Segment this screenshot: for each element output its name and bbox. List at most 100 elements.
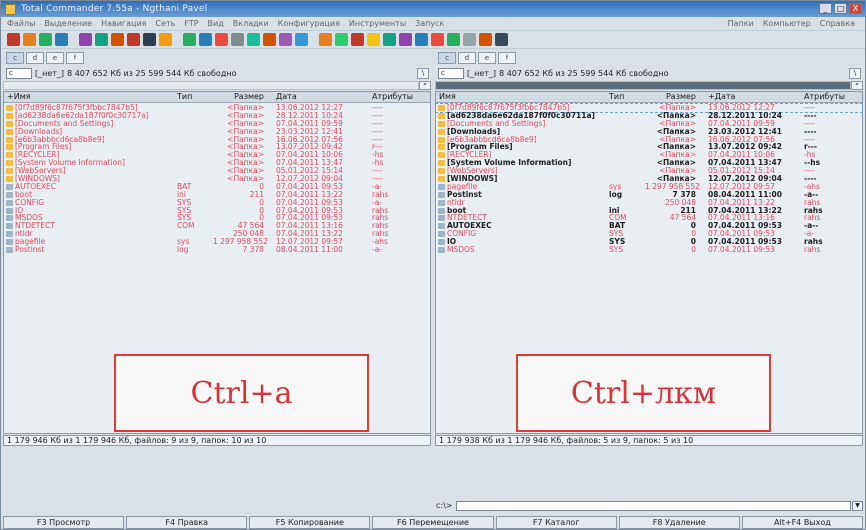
minimize-button[interactable]: _ (819, 3, 832, 14)
fkey-button-5[interactable]: F7 Каталог (495, 516, 617, 529)
menu-item[interactable]: Папки (728, 19, 754, 28)
maximize-button[interactable]: □ (834, 3, 847, 14)
fkey-button-6[interactable]: F8 Удаление (618, 516, 740, 529)
drive-button-f[interactable]: f (498, 52, 516, 64)
toolbar-icon[interactable] (351, 33, 364, 46)
header-size[interactable]: Размер (642, 92, 700, 102)
file-row[interactable]: [ad6238da6e62da187f0f0c30717a] <Папка> 28.… (4, 112, 430, 120)
toolbar-icon[interactable] (383, 33, 396, 46)
toolbar-icon[interactable] (95, 33, 108, 46)
drive-button-d[interactable]: d (26, 52, 44, 64)
toolbar-icon[interactable] (495, 33, 508, 46)
current-path-bar[interactable] (3, 81, 419, 90)
toolbar-icon[interactable] (263, 33, 276, 46)
close-button[interactable]: X (849, 3, 862, 14)
toolbar-icon[interactable] (415, 33, 428, 46)
menu-item[interactable]: Вид (208, 19, 224, 28)
file-row[interactable]: [e6b3abbbcd6ca8b8e9] <Папка> 16.06.2012 07… (4, 136, 430, 144)
file-row[interactable]: MSDOS SYS 0 07.04.2011 09:53 rahs (436, 246, 862, 254)
toolbar-icon[interactable] (447, 33, 460, 46)
header-attributes[interactable]: Атрибуты (798, 92, 858, 102)
file-row[interactable]: Postinst log 7 378 08.04.2011 11:00 -a-- (436, 191, 862, 199)
file-row[interactable]: [Program Files] <Папка> 13.07.2012 09:42 r-… (436, 143, 862, 151)
file-row[interactable]: [WINDOWS] <Папка> 12.07.2012 09:04 ---- (436, 175, 862, 183)
toolbar-icon[interactable] (39, 33, 52, 46)
toolbar-icon[interactable] (479, 33, 492, 46)
header-name[interactable]: +Имя (4, 92, 174, 102)
current-path-bar[interactable] (435, 81, 851, 90)
toolbar-icon[interactable] (199, 33, 212, 46)
drive-button-d[interactable]: d (458, 52, 476, 64)
toolbar-icon[interactable] (335, 33, 348, 46)
header-date[interactable]: +Дата (700, 92, 798, 102)
menu-item[interactable]: Сеть (155, 19, 175, 28)
root-button[interactable]: \ (849, 68, 861, 79)
file-row[interactable]: [Documents and Settings] <Папка> 07.04.201… (4, 120, 430, 128)
toolbar-icon[interactable] (279, 33, 292, 46)
fkey-button-3[interactable]: F5 Копирование (249, 516, 371, 529)
toolbar-icon[interactable] (127, 33, 140, 46)
file-row[interactable]: [Program Files] <Папка> 13.07.2012 09:42 r-… (4, 143, 430, 151)
menu-item[interactable]: Файлы (7, 19, 35, 28)
header-name[interactable]: Имя (436, 92, 606, 102)
file-row[interactable]: ntldr 250 048 07.04.2011 13:22 rahs (4, 230, 430, 238)
file-row[interactable]: CONFIG SYS 0 07.04.2011 09:53 -a- (436, 230, 862, 238)
file-row[interactable]: pagefile sys 1 297 958 552 12.07.2012 09:57… (4, 238, 430, 246)
command-line-input[interactable] (456, 500, 851, 511)
file-row[interactable]: NTDETECT COM 47 564 07.04.2011 13:16 rahs (436, 214, 862, 222)
title-bar[interactable]: Total Commander 7.55a - Ngthani Pavel _ … (1, 1, 865, 17)
file-row[interactable]: [WINDOWS] <Папка> 12.07.2012 09:04 ---- (4, 175, 430, 183)
drive-button-c[interactable]: c (6, 52, 24, 64)
toolbar-icon[interactable] (159, 33, 172, 46)
drive-button-e[interactable]: e (478, 52, 496, 64)
header-type[interactable]: Тип (174, 92, 210, 102)
menu-item[interactable]: Инструменты (349, 19, 406, 28)
file-row[interactable]: IO SYS 0 07.04.2011 09:53 rahs (4, 207, 430, 215)
fkey-button-7[interactable]: Alt+F4 Выход (741, 516, 863, 529)
toolbar-icon[interactable] (231, 33, 244, 46)
file-row[interactable]: [ad6238da6e62da187f0f0c30711a] <Папка> 28.… (436, 112, 862, 120)
file-row[interactable]: boot ini 211 07.04.2011 13:22 rahs (4, 191, 430, 199)
file-row[interactable]: [RECYCLER] <Папка> 07.04.2011 10:06 -hs (4, 151, 430, 159)
toolbar-icon[interactable] (55, 33, 68, 46)
drive-button-f[interactable]: f (66, 52, 84, 64)
history-button[interactable]: * (419, 81, 431, 90)
drive-button-e[interactable]: e (46, 52, 64, 64)
toolbar-icon[interactable] (247, 33, 260, 46)
file-list[interactable]: Имя Тип Размер +Дата Атрибуты [0f7d89f6c… (435, 91, 863, 434)
file-list[interactable]: +Имя Тип Размер Дата Атрибуты [0f7d89f6c… (3, 91, 431, 434)
toolbar-icon[interactable] (319, 33, 332, 46)
file-row[interactable]: boot ini 211 07.04.2011 13:22 rahs (436, 207, 862, 215)
menu-item[interactable]: Выделение (44, 19, 92, 28)
history-button[interactable]: * (851, 81, 863, 90)
drive-button-c[interactable]: c (438, 52, 456, 64)
file-row[interactable]: [Downloads] <Папка> 23.03.2012 12:41 ---- (436, 128, 862, 136)
file-row[interactable]: Postinst log 7 378 08.04.2011 11:00 -a- (4, 246, 430, 254)
header-date[interactable]: Дата (268, 92, 366, 102)
toolbar-icon[interactable] (111, 33, 124, 46)
toolbar-icon[interactable] (399, 33, 412, 46)
toolbar-icon[interactable] (23, 33, 36, 46)
menu-item[interactable]: Вкладки (233, 19, 269, 28)
fkey-button-1[interactable]: F3 Просмотр (3, 516, 125, 529)
file-row[interactable]: CONFIG SYS 0 07.04.2011 09:53 -a- (4, 199, 430, 207)
file-row[interactable]: AUTOEXEC BAT 0 07.04.2011 09:53 -a- (4, 183, 430, 191)
menu-item[interactable]: Компьютер (763, 19, 811, 28)
toolbar-icon[interactable] (367, 33, 380, 46)
file-row[interactable]: IO SYS 0 07.04.2011 09:53 rahs (436, 238, 862, 246)
file-row[interactable]: [Downloads] <Папка> 23.03.2012 12:41 ---- (4, 128, 430, 136)
file-row[interactable]: [WebServers] <Папка> 05.01.2012 15:14 ---- (436, 167, 862, 175)
toolbar-icon[interactable] (143, 33, 156, 46)
menu-item[interactable]: Навигация (101, 19, 146, 28)
file-row[interactable]: [System Volume Information] <Папка> 07.04.… (436, 159, 862, 167)
menu-item[interactable]: Конфигурация (278, 19, 340, 28)
toolbar-icon[interactable] (183, 33, 196, 46)
file-row[interactable]: MSDOS SYS 0 07.04.2011 09:53 rahs (4, 214, 430, 222)
menu-item[interactable]: FTP (184, 19, 198, 28)
file-row[interactable]: [0f7d89f6c87f675f3fbbc7847b5] <Папка> 13.0… (435, 103, 863, 113)
fkey-button-2[interactable]: F4 Правка (126, 516, 248, 529)
root-button[interactable]: \ (417, 68, 429, 79)
toolbar-icon[interactable] (7, 33, 20, 46)
header-size[interactable]: Размер (210, 92, 268, 102)
menu-item[interactable]: Запуск (415, 19, 444, 28)
